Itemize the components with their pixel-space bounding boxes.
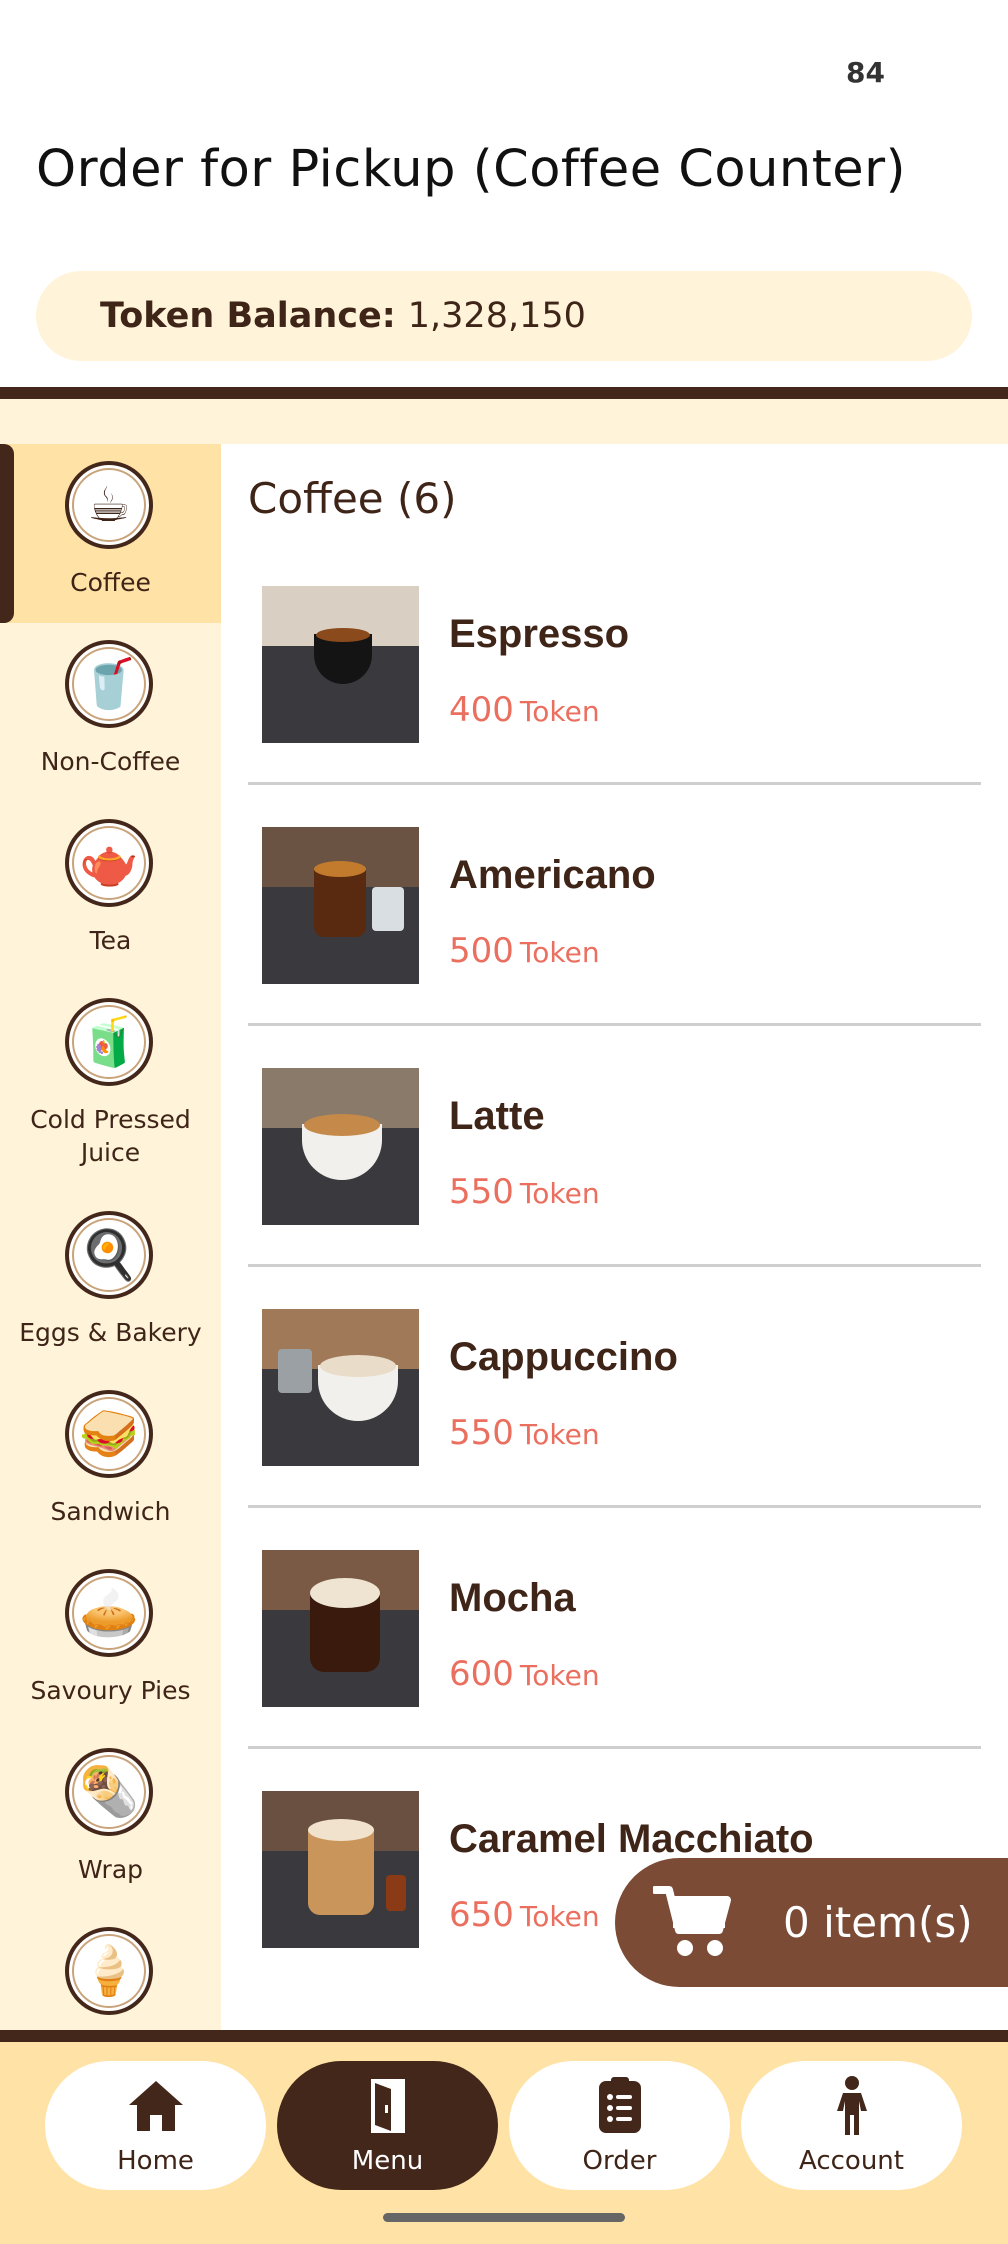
sidebar-item-sandwich[interactable]: 🥪 Sandwich: [0, 1373, 221, 1552]
sidebar-item-label: Savoury Pies: [30, 1676, 191, 1705]
category-sidebar[interactable]: ☕ Coffee 🥤 Non-Coffee 🫖 Tea 🧃 Cold Press…: [0, 444, 221, 2030]
cart-count-label: 0 item(s): [783, 1898, 973, 1947]
latte-image: [262, 1068, 419, 1225]
nav-account-button[interactable]: Account: [741, 2061, 962, 2190]
cart-button[interactable]: 0 item(s): [615, 1858, 1008, 1987]
status-bar-time: 84: [846, 56, 885, 89]
nav-label: Home: [117, 2146, 194, 2176]
sidebar-item-non-coffee[interactable]: 🥤 Non-Coffee: [0, 623, 221, 802]
sidebar-item-cold-pressed-juice[interactable]: 🧃 Cold Pressed Juice: [0, 981, 221, 1194]
menu-item-espresso[interactable]: Espresso 400 Token: [248, 544, 981, 785]
sidebar-item-label: Sandwich: [50, 1497, 171, 1526]
item-name: Cappuccino: [449, 1335, 678, 1379]
item-name: Caramel Macchiato: [449, 1817, 814, 1861]
person-icon: [837, 2076, 867, 2135]
nav-label: Account: [799, 2146, 904, 2176]
shopping-cart-icon: [653, 1886, 731, 1956]
menu-book-icon: [371, 2079, 405, 2133]
sidebar-item-label: Wrap: [77, 1855, 144, 1884]
item-price: 550 Token: [449, 1172, 600, 1212]
header-band: [0, 399, 1008, 444]
item-name: Espresso: [449, 612, 630, 656]
menu-item-latte[interactable]: Latte 550 Token: [248, 1026, 981, 1267]
nav-menu-button[interactable]: Menu: [277, 2061, 498, 2190]
home-indicator[interactable]: [383, 2213, 625, 2222]
teapot-icon: 🫖: [65, 819, 153, 907]
sidebar-item-label: Coffee: [70, 568, 151, 597]
ice-cream-icon: 🍦: [65, 1927, 153, 2015]
item-price: 550 Token: [449, 1413, 600, 1453]
token-balance-card: Token Balance: 1,328,150: [36, 271, 972, 361]
token-balance-value: 1,328,150: [407, 296, 586, 336]
egg-croissant-icon: 🍳: [65, 1211, 153, 1299]
caramel-macchiato-image: [262, 1791, 419, 1948]
mocha-image: [262, 1550, 419, 1707]
iced-drink-icon: 🥤: [65, 640, 153, 728]
sandwich-icon: 🥪: [65, 1390, 153, 1478]
sidebar-item-label: Eggs & Bakery: [19, 1318, 202, 1347]
menu-item-list[interactable]: Coffee (6) Espresso 400 Token Americano 5…: [221, 444, 1008, 2030]
wrap-icon: 🌯: [65, 1748, 153, 1836]
nav-order-button[interactable]: Order: [509, 2061, 730, 2190]
sidebar-item-label: Tea: [89, 926, 132, 955]
menu-item-cappuccino[interactable]: Cappuccino 550 Token: [248, 1267, 981, 1508]
sidebar-item-eggs-bakery[interactable]: 🍳 Eggs & Bakery: [0, 1194, 221, 1373]
cappuccino-image: [262, 1309, 419, 1466]
header-divider: [0, 387, 1008, 399]
item-name: Americano: [449, 853, 656, 897]
token-balance-label: Token Balance:: [100, 296, 396, 336]
page-title: Order for Pickup (Coffee Counter): [36, 140, 906, 199]
sidebar-item-tea[interactable]: 🫖 Tea: [0, 802, 221, 981]
sidebar-item-label: Cold Pressed Juice: [30, 1105, 191, 1167]
sidebar-item-wrap[interactable]: 🌯 Wrap: [0, 1731, 221, 1910]
nav-divider: [0, 2030, 1008, 2042]
pie-icon: 🥧: [65, 1569, 153, 1657]
home-icon: [129, 2081, 183, 2131]
item-price: 600 Token: [449, 1654, 600, 1694]
espresso-image: [262, 586, 419, 743]
menu-item-americano[interactable]: Americano 500 Token: [248, 785, 981, 1026]
sidebar-item-label: Non-Coffee: [40, 747, 181, 776]
nav-label: Order: [582, 2146, 657, 2176]
coffee-cup-icon: ☕: [65, 461, 153, 549]
nav-label: Menu: [351, 2146, 424, 2176]
order-clipboard-icon: [599, 2077, 641, 2133]
nav-home-button[interactable]: Home: [45, 2061, 266, 2190]
juice-bottle-icon: 🧃: [65, 998, 153, 1086]
item-name: Mocha: [449, 1576, 576, 1620]
sidebar-item-savoury-pies[interactable]: 🥧 Savoury Pies: [0, 1552, 221, 1731]
item-price: 400 Token: [449, 690, 600, 730]
section-title: Coffee (6): [248, 474, 457, 523]
sidebar-item-dessert[interactable]: 🍦: [0, 1910, 221, 2030]
sidebar-item-coffee[interactable]: ☕ Coffee: [0, 444, 221, 623]
item-name: Latte: [449, 1094, 545, 1138]
item-price: 650 Token: [449, 1895, 600, 1935]
menu-item-mocha[interactable]: Mocha 600 Token: [248, 1508, 981, 1749]
americano-image: [262, 827, 419, 984]
item-price: 500 Token: [449, 931, 600, 971]
